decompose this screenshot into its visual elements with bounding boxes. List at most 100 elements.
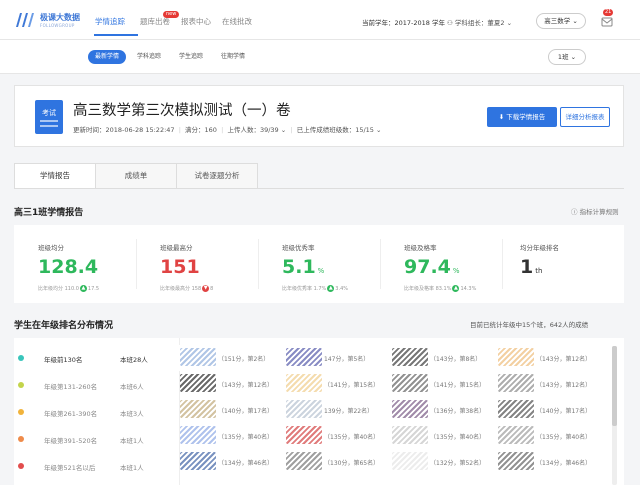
stat-class-max: 班级最高分 151 比年级最高分 158 ▼ 8 bbox=[136, 225, 258, 303]
student-item[interactable]: （132分，第52名） bbox=[392, 450, 497, 472]
brand-logo-icon[interactable] bbox=[14, 11, 36, 29]
exam-meta: 更新时间：2018-06-28 15:22:47 | 满分：160 | 上传人数… bbox=[73, 126, 382, 134]
help-icon: ⓘ bbox=[571, 208, 578, 216]
nav-tracking[interactable]: 学情追踪 bbox=[95, 16, 125, 27]
calc-rule-link[interactable]: ⓘ 指标计算规则 bbox=[571, 206, 619, 216]
pill-student-tracking[interactable]: 学生追踪 bbox=[172, 50, 210, 64]
signature-icon bbox=[286, 452, 322, 470]
current-term: 当前学年：2017-2018 学年 bbox=[362, 19, 445, 27]
student-item[interactable]: （143分，第12名） bbox=[498, 346, 603, 368]
exam-participants[interactable]: 上传人数：39/39 bbox=[227, 126, 278, 134]
exam-card: 考试 高三数学第三次模拟测试（一）卷 更新时间：2018-06-28 15:22… bbox=[14, 85, 624, 147]
student-item[interactable]: （134分，第46名） bbox=[180, 450, 285, 472]
pill-history[interactable]: 往期学情 bbox=[214, 50, 252, 64]
student-item[interactable]: （135分，第40名） bbox=[286, 424, 391, 446]
pill-subject-tracking[interactable]: 学科追踪 bbox=[130, 50, 168, 64]
stat-value: 128.4 bbox=[38, 256, 99, 278]
chevron-down-icon: ⌄ bbox=[572, 17, 578, 25]
student-item[interactable]: （143分，第12名） bbox=[498, 372, 603, 394]
arrow-up-icon: ▲ bbox=[452, 285, 460, 292]
class-select[interactable]: 1班 ⌄ bbox=[548, 49, 586, 65]
student-item[interactable]: （141分，第15名） bbox=[392, 372, 497, 394]
student-score-rank: （135分，第40名） bbox=[536, 434, 592, 441]
signature-icon bbox=[498, 452, 534, 470]
scrollbar[interactable] bbox=[612, 346, 617, 485]
band-count: 本班3人 bbox=[120, 410, 144, 418]
band-name: 年级第131-260名 bbox=[44, 383, 98, 391]
exam-updated: 更新时间：2018-06-28 15:22:47 bbox=[73, 126, 175, 134]
stat-compare: 比年级最高分 158 ▼ 8 bbox=[160, 285, 214, 292]
scrollbar-thumb[interactable] bbox=[612, 346, 617, 426]
student-item[interactable]: （143分，第12名） bbox=[180, 372, 285, 394]
stat-value: 5.1% bbox=[282, 256, 325, 278]
student-item[interactable]: （140分，第17名） bbox=[180, 398, 285, 420]
student-item[interactable]: 139分，第22名） bbox=[286, 398, 391, 420]
calc-rule-label: 指标计算规则 bbox=[579, 208, 619, 216]
band-dot bbox=[18, 436, 24, 442]
rank-band-item[interactable]: 年级第131-260名 本班6人 bbox=[14, 372, 180, 398]
stat-grade-rank: 均分年级排名 1th bbox=[502, 225, 624, 303]
student-score-rank: （143分，第8名） bbox=[430, 356, 482, 363]
student-item[interactable]: （151分，第2名） bbox=[180, 346, 285, 368]
band-dot bbox=[18, 382, 24, 388]
student-score-rank: （151分，第2名） bbox=[218, 356, 270, 363]
stat-compare: 比年级及格率 83.1% ▲ 14.3% bbox=[404, 285, 477, 292]
student-item[interactable]: （141分，第15名） bbox=[286, 372, 391, 394]
student-item[interactable]: （135分，第40名） bbox=[498, 424, 603, 446]
student-item[interactable]: （140分，第17名） bbox=[498, 398, 603, 420]
nav-online-grading[interactable]: 在线批改 bbox=[222, 16, 252, 27]
band-count: 本班6人 bbox=[120, 383, 144, 391]
student-score-rank: （134分，第46名） bbox=[536, 460, 592, 467]
band-name: 年级第261-390名 bbox=[44, 410, 98, 418]
nav-report-center[interactable]: 报表中心 bbox=[181, 16, 211, 27]
user-name: 学科组长：董夏2 bbox=[454, 19, 505, 27]
student-item[interactable]: （136分，第38名） bbox=[392, 398, 497, 420]
rank-band-item[interactable]: 年级第521名以后 本班1人 bbox=[14, 453, 180, 479]
report-title: 高三1班学情报告 bbox=[14, 208, 84, 218]
student-score-rank: （141分，第15名） bbox=[430, 382, 486, 389]
student-score-rank: 147分，第5名） bbox=[324, 356, 370, 363]
user-menu[interactable]: ⚇ 学科组长：董夏2 ⌄ bbox=[447, 17, 512, 27]
download-report-button[interactable]: ⬇ 下载学情报告 bbox=[487, 107, 557, 127]
signature-icon bbox=[392, 374, 428, 392]
grade-subject-select[interactable]: 高三数学 ⌄ bbox=[536, 13, 586, 29]
student-score-rank: （136分，第38名） bbox=[430, 408, 486, 415]
student-item[interactable]: （143分，第8名） bbox=[392, 346, 497, 368]
bell-icon[interactable] bbox=[600, 15, 614, 29]
tab-scores[interactable]: 成绩单 bbox=[95, 163, 177, 189]
signature-icon bbox=[392, 452, 428, 470]
distribution-panel: 年级前130名 本班28人 年级第131-260名 本班6人 年级第261-39… bbox=[14, 338, 624, 485]
student-item[interactable]: （135分，第40名） bbox=[392, 424, 497, 446]
brand-subtitle: FOLLOWGROUP bbox=[40, 23, 75, 28]
student-item[interactable]: （130分，第65名） bbox=[286, 450, 391, 472]
signature-icon bbox=[498, 426, 534, 444]
stats-panel: 班级均分 128.4 比年级均分 110.0 ▲ 17.5 班级最高分 151 比年… bbox=[14, 225, 624, 303]
student-item[interactable]: （134分，第46名） bbox=[498, 450, 603, 472]
student-score-rank: （141分，第15名） bbox=[324, 382, 380, 389]
pill-latest[interactable]: 最新学情 bbox=[88, 50, 127, 64]
arrow-down-icon: ▼ bbox=[202, 285, 210, 292]
download-icon: ⬇ bbox=[498, 113, 505, 121]
rank-band-item[interactable]: 年级第391-520名 本班1人 bbox=[14, 426, 180, 452]
rank-band-item[interactable]: 年级第261-390名 本班3人 bbox=[14, 399, 180, 425]
band-dot bbox=[18, 463, 24, 469]
signature-icon bbox=[180, 452, 216, 470]
tab-question-analysis[interactable]: 试卷逐题分析 bbox=[176, 163, 258, 189]
tab-report[interactable]: 学情报告 bbox=[14, 163, 96, 189]
distribution-note: 目前已统计年级中15个班，642人的成绩 bbox=[470, 321, 589, 329]
detail-report-button[interactable]: 详细分析报表 bbox=[560, 107, 610, 127]
student-score-rank: （140分，第17名） bbox=[536, 408, 592, 415]
grade-subject-value: 高三数学 bbox=[544, 17, 571, 25]
exam-classes[interactable]: 已上传成绩班级数：15/15 bbox=[297, 126, 374, 134]
student-item[interactable]: （135分，第40名） bbox=[180, 424, 285, 446]
stat-class-average: 班级均分 128.4 比年级均分 110.0 ▲ 17.5 bbox=[14, 225, 136, 303]
signature-icon bbox=[180, 374, 216, 392]
student-item[interactable]: 147分，第5名） bbox=[286, 346, 391, 368]
signature-icon bbox=[392, 400, 428, 418]
exam-icon-line bbox=[40, 125, 58, 127]
rank-band-item[interactable]: 年级前130名 本班28人 bbox=[14, 345, 180, 371]
rank-band-list: 年级前130名 本班28人 年级第131-260名 本班6人 年级第261-39… bbox=[14, 338, 180, 485]
signature-icon bbox=[180, 400, 216, 418]
signature-icon bbox=[286, 348, 322, 366]
band-count: 本班1人 bbox=[120, 437, 144, 445]
